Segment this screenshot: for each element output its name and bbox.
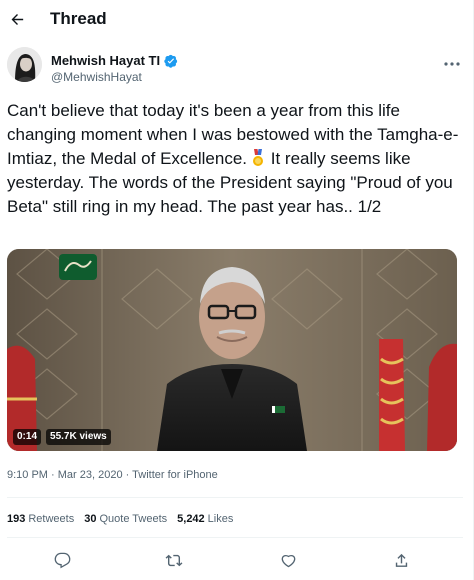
likes-stat[interactable]: 5,242 Likes bbox=[177, 513, 233, 525]
verified-badge-icon bbox=[164, 54, 178, 68]
tweet-text: Can't believe that today it's been a yea… bbox=[7, 99, 462, 219]
retweets-label: Retweets bbox=[28, 513, 75, 525]
divider bbox=[7, 497, 463, 498]
more-options-button[interactable] bbox=[440, 54, 464, 74]
retweet-icon bbox=[165, 554, 183, 566]
tweet-meta: 9:10 PM · Mar 23, 2020 · Twitter for iPh… bbox=[7, 469, 218, 481]
quote-tweets-label: Quote Tweets bbox=[99, 513, 168, 525]
like-icon bbox=[281, 554, 295, 567]
retweets-count: 193 bbox=[7, 513, 26, 525]
header: Thread bbox=[0, 0, 473, 40]
author-name-row[interactable]: Mehwish Hayat TI bbox=[51, 53, 178, 68]
arrow-left-icon bbox=[11, 13, 23, 25]
share-button[interactable] bbox=[389, 548, 413, 572]
author-handle[interactable]: @MehwishHayat bbox=[51, 70, 142, 84]
retweet-button[interactable] bbox=[162, 548, 186, 572]
quote-tweets-stat[interactable]: 30 Quote Tweets bbox=[84, 513, 167, 525]
quote-tweets-count: 30 bbox=[84, 513, 97, 525]
reply-button[interactable] bbox=[50, 548, 74, 572]
video-duration: 0:14 bbox=[13, 429, 42, 445]
tweet-stats: 193 Retweets 30 Quote Tweets 5,242 Likes bbox=[7, 513, 233, 525]
avatar-image bbox=[7, 47, 42, 82]
video-view-count: 55.7K views bbox=[46, 429, 111, 445]
video-badges: 0:14 55.7K views bbox=[13, 429, 111, 445]
avatar[interactable] bbox=[7, 47, 42, 82]
tweet-actions bbox=[0, 545, 474, 575]
meta-separator-1: · bbox=[47, 469, 58, 481]
author-name[interactable]: Mehwish Hayat TI bbox=[51, 53, 160, 68]
video-thumbnail bbox=[7, 249, 457, 451]
tweet-source[interactable]: Twitter for iPhone bbox=[132, 469, 218, 481]
page-title: Thread bbox=[50, 9, 107, 28]
tweet-time[interactable]: 9:10 PM bbox=[7, 469, 48, 481]
like-button[interactable] bbox=[276, 548, 300, 572]
meta-separator-2: · bbox=[122, 469, 133, 481]
more-icon bbox=[444, 62, 460, 66]
divider bbox=[7, 537, 463, 538]
medal-icon bbox=[250, 149, 266, 167]
likes-count: 5,242 bbox=[177, 513, 205, 525]
retweets-stat[interactable]: 193 Retweets bbox=[7, 513, 74, 525]
likes-label: Likes bbox=[207, 513, 234, 525]
reply-icon bbox=[54, 552, 70, 568]
video-player[interactable] bbox=[7, 249, 457, 451]
tweet-date[interactable]: Mar 23, 2020 bbox=[58, 469, 123, 481]
thread-page: Thread Mehwish Hayat TI @MehwishHayat Ca… bbox=[0, 0, 474, 580]
back-button[interactable] bbox=[5, 7, 29, 31]
share-icon bbox=[395, 553, 407, 567]
tweet-author: Mehwish Hayat TI @MehwishHayat bbox=[0, 44, 473, 92]
